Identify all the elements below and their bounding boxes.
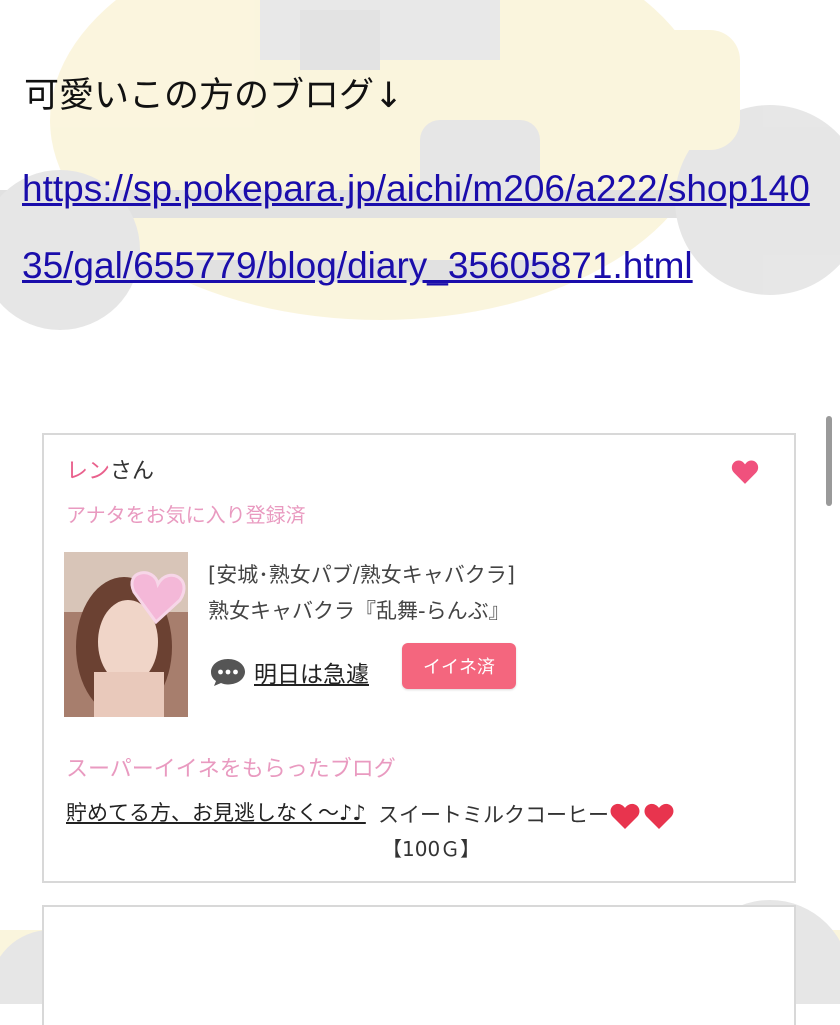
latest-post-link[interactable]: 明日は急遽 [254,655,369,689]
red-heart-emoji [610,803,674,829]
cast-card: レンさん アナタをお気に入り登録済 [安城･熟女パブ/熟女キャバクラ] 熟女キャ… [42,433,796,883]
scrollbar[interactable] [826,416,832,506]
cast-photo[interactable] [64,552,188,717]
cast-name-row: レンさん [66,457,154,487]
comment-icon [211,659,245,686]
cast-name-suffix: さん [110,459,155,484]
favorite-status: アナタをお気に入り登録済 [66,503,306,527]
cast-name[interactable]: レン [66,459,110,484]
gift-price: 【100Ｇ】 [382,837,481,861]
super-blog-link[interactable]: 貯めてる方、お見逃しなく〜♪♪ [66,797,366,829]
shop-name[interactable]: 熟女キャバクラ『乱舞-らんぶ』 [208,595,510,625]
heart-icon[interactable] [730,457,760,487]
post-heading: 可愛いこの方のブログ↓ [24,76,404,116]
cast-photo-image [64,552,188,717]
next-card [42,905,796,1025]
iine-button[interactable]: イイネ済 [402,643,516,689]
shop-category: [安城･熟女パブ/熟女キャバクラ] [208,563,515,587]
super-iine-label: スーパーイイネをもらったブログ [66,757,396,782]
gift-name: スイートミルクコーヒー [378,803,609,827]
blog-url-link[interactable]: https://sp.pokepara.jp/aichi/m206/a222/s… [22,150,812,304]
gift-name-row: スイートミルクコーヒー [378,799,675,831]
